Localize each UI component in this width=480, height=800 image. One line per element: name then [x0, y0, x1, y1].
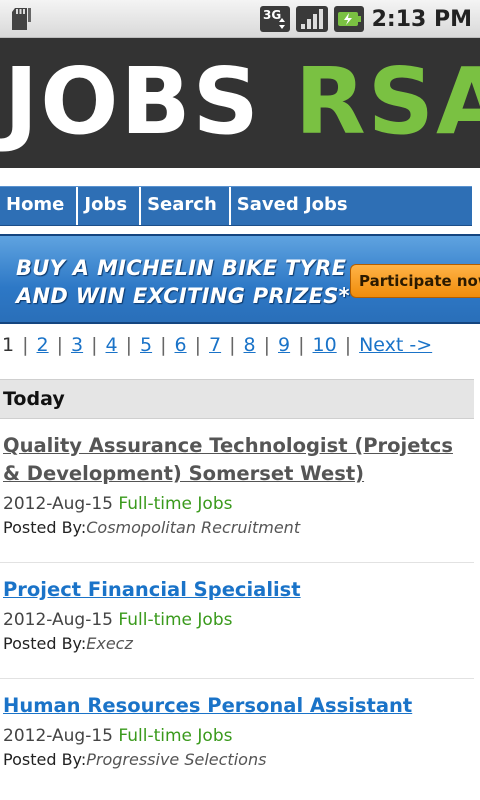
sd-card-icon: [10, 6, 32, 32]
ad-headline-1: BUY A MICHELIN BIKE TYRE: [16, 256, 347, 280]
logo-jobs-text: JOBS: [4, 48, 261, 155]
main-nav: Home Jobs Search Saved Jobs: [0, 186, 472, 226]
page-link-5[interactable]: 5: [140, 334, 152, 356]
signal-icon: [295, 4, 328, 34]
battery-charging-icon: [333, 4, 364, 34]
job-agency: Execz: [86, 634, 133, 653]
nav-home[interactable]: Home: [0, 187, 79, 225]
page-separator: |: [344, 334, 352, 356]
page-link-10[interactable]: 10: [313, 334, 337, 356]
page-separator: |: [160, 334, 167, 356]
job-date: 2012-Aug-15: [3, 726, 113, 746]
section-header-today: Today: [0, 379, 474, 419]
page-separator: |: [263, 334, 270, 356]
divider: [0, 678, 474, 679]
job-meta: 2012-Aug-15 Full-time Jobs: [3, 494, 480, 514]
nav-saved-jobs[interactable]: Saved Jobs: [231, 187, 360, 225]
logo-rsa-text: RSA: [294, 48, 480, 155]
job-type: Full-time Jobs: [118, 494, 233, 514]
job-meta: 2012-Aug-15 Full-time Jobs: [3, 610, 480, 630]
job-listing: Quality Assurance Technologist (Projetcs…: [0, 432, 480, 537]
job-type: Full-time Jobs: [118, 610, 233, 630]
job-agency: Progressive Selections: [86, 750, 267, 769]
ad-banner[interactable]: BUY A MICHELIN BIKE TYRE AND WIN EXCITIN…: [0, 234, 480, 324]
network-label: 3G: [263, 8, 281, 22]
page-link-4[interactable]: 4: [106, 334, 118, 356]
job-posted-by: Posted By:Progressive Selections: [3, 750, 480, 769]
page-separator: |: [56, 334, 63, 356]
page-separator: |: [91, 334, 98, 356]
page-link-2[interactable]: 2: [37, 334, 49, 356]
job-meta: 2012-Aug-15 Full-time Jobs: [3, 726, 480, 746]
posted-by-label: Posted By:: [3, 518, 87, 537]
clock: 2:13 PM: [371, 6, 472, 32]
posted-by-label: Posted By:: [3, 750, 87, 769]
page-current: 1: [2, 334, 15, 356]
page-link-6[interactable]: 6: [175, 334, 187, 356]
site-logo: JOBS RSA: [4, 52, 480, 152]
next-page-link[interactable]: Next ->: [359, 334, 432, 356]
nav-search[interactable]: Search: [141, 187, 231, 225]
job-title-link[interactable]: Human Resources Personal Assistant: [3, 692, 473, 720]
job-listing: Human Resources Personal Assistant 2012-…: [0, 692, 480, 769]
job-date: 2012-Aug-15: [3, 610, 113, 630]
page-separator: |: [229, 334, 236, 356]
page-link-9[interactable]: 9: [278, 334, 290, 356]
job-title-link[interactable]: Quality Assurance Technologist (Projetcs…: [3, 432, 473, 488]
job-posted-by: Posted By:Cosmopolitan Recruitment: [3, 518, 480, 537]
page-separator: |: [194, 334, 201, 356]
job-type: Full-time Jobs: [118, 726, 233, 746]
job-date: 2012-Aug-15: [3, 494, 113, 514]
page-separator: |: [22, 334, 29, 356]
divider: [0, 562, 474, 563]
logo-banner[interactable]: JOBS RSA: [0, 38, 480, 168]
ad-headline-2: AND WIN EXCITING PRIZES*: [16, 284, 350, 308]
page-separator: |: [298, 334, 305, 356]
job-listing: Project Financial Specialist 2012-Aug-15…: [0, 576, 480, 653]
network-3g-icon: 3G: [259, 4, 290, 34]
page-link-3[interactable]: 3: [71, 334, 83, 356]
page-link-8[interactable]: 8: [244, 334, 256, 356]
pagination: 1 | 2 | 3 | 4 | 5 | 6 | 7 | 8 | 9 | 10 |…: [2, 332, 432, 358]
status-bar: 3G 2:13 PM: [0, 0, 480, 38]
page-link-7[interactable]: 7: [209, 334, 221, 356]
nav-jobs[interactable]: Jobs: [78, 187, 142, 225]
posted-by-label: Posted By:: [3, 634, 87, 653]
job-title-link[interactable]: Project Financial Specialist: [3, 576, 473, 604]
job-posted-by: Posted By:Execz: [3, 634, 480, 653]
ad-participate-button[interactable]: Participate now: [350, 264, 480, 298]
page-separator: |: [125, 334, 132, 356]
job-agency: Cosmopolitan Recruitment: [86, 518, 301, 537]
